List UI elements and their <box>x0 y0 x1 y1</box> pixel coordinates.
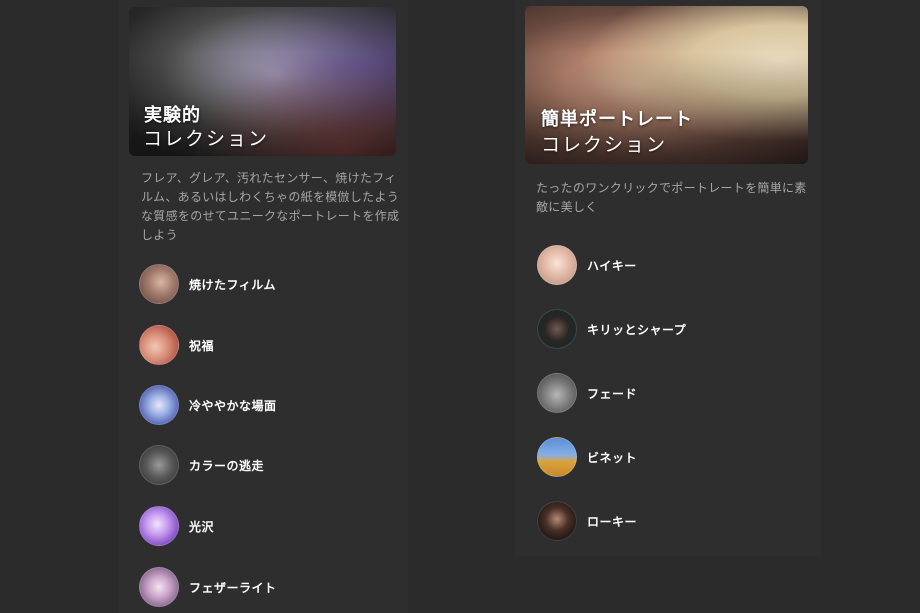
preset-label: フェザーライト <box>189 580 277 595</box>
easy-portrait-collection-hero[interactable]: 簡単ポートレート コレクション <box>525 6 808 164</box>
preset-thumbnail <box>139 506 179 546</box>
experimental-collection-hero[interactable]: 実験的 コレクション <box>129 7 396 156</box>
preset-label: ビネット <box>587 450 638 465</box>
preset-thumbnail <box>537 501 577 541</box>
preset-thumbnail <box>139 264 179 304</box>
collection-subtitle: コレクション <box>143 128 270 150</box>
preset-item-feather-light[interactable]: フェザーライト <box>139 566 277 608</box>
preset-thumbnail <box>139 325 179 365</box>
collection-title: 簡単ポートレート <box>541 109 693 130</box>
preset-item-low-key[interactable]: ローキー <box>537 500 637 542</box>
collection-description: たったのワンクリックでポートレートを簡単に素敵に美しく <box>536 181 807 214</box>
preset-label: キリッとシャープ <box>587 322 687 337</box>
preset-label: 焼けたフィルム <box>189 277 277 292</box>
preset-item-burnt-film[interactable]: 焼けたフィルム <box>139 263 276 305</box>
collection-subtitle: コレクション <box>541 134 668 156</box>
preset-thumbnail <box>537 373 577 413</box>
preset-thumbnail <box>139 385 179 425</box>
preset-label: ローキー <box>587 514 638 529</box>
preset-thumbnail <box>139 445 179 485</box>
preset-thumbnail <box>537 309 577 349</box>
preset-label: カラーの逃走 <box>189 458 265 473</box>
preset-thumbnail <box>537 245 577 285</box>
preset-item-gloss[interactable]: 光沢 <box>139 505 214 547</box>
preset-thumbnail <box>537 437 577 477</box>
preset-item-blessing[interactable]: 祝福 <box>139 324 214 366</box>
preset-item-fade[interactable]: フェード <box>537 372 637 414</box>
preset-item-high-key[interactable]: ハイキー <box>537 244 637 286</box>
preset-label: 光沢 <box>189 519 215 534</box>
preset-label: フェード <box>587 386 638 401</box>
preset-label: ハイキー <box>587 258 637 273</box>
preset-label: 祝福 <box>189 338 215 353</box>
preset-item-cool-scene[interactable]: 冷ややかな場面 <box>139 384 277 426</box>
collection-description: フレア、グレア、汚れたセンサー、焼けたフィルム、あるいはしわくちゃの紙を模倣した… <box>141 171 400 242</box>
preset-item-color-escape[interactable]: カラーの逃走 <box>139 444 264 486</box>
preset-label: 冷ややかな場面 <box>189 398 277 413</box>
preset-thumbnail <box>139 567 179 607</box>
preset-item-crisp-sharp[interactable]: キリッとシャープ <box>537 308 686 350</box>
preset-item-vignette[interactable]: ビネット <box>537 436 637 478</box>
